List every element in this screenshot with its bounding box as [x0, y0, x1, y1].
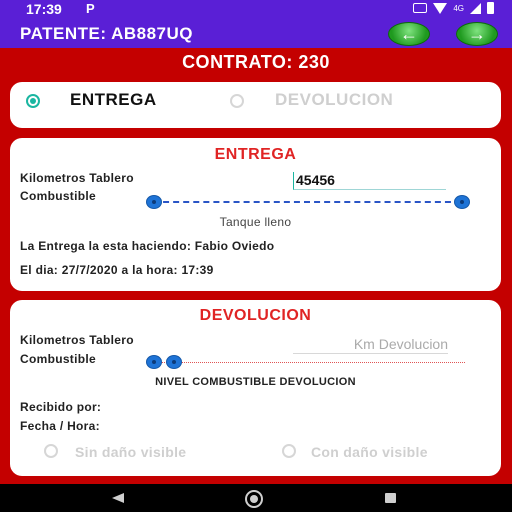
arrow-left-icon: ←: [400, 23, 418, 44]
nav-back-icon[interactable]: [112, 493, 124, 503]
devolucion-fuel-slider[interactable]: [153, 362, 465, 363]
radio-devolucion[interactable]: [230, 94, 244, 108]
radio-entrega[interactable]: [26, 94, 40, 108]
entrega-fuel-caption: Tanque lleno: [219, 215, 292, 229]
entrega-fuel-min-thumb[interactable]: [147, 196, 161, 208]
radio-sin-dano[interactable]: [44, 444, 58, 458]
entrega-fuel-label: Combustible: [20, 189, 96, 203]
devolucion-fuel-caption: NIVEL COMBUSTIBLE DEVOLUCION: [155, 376, 356, 388]
entrega-km-field[interactable]: 45456: [293, 172, 446, 190]
devolucion-card: DEVOLUCION Kilometros Tablero Km Devoluc…: [10, 300, 501, 476]
mode-option-devolucion[interactable]: DEVOLUCION: [275, 90, 393, 110]
back-button[interactable]: ←: [388, 22, 430, 46]
status-bar: 17:39 P 4G: [0, 0, 512, 18]
page-title: PATENTE: AB887UQ: [20, 24, 193, 43]
app-bar: PATENTE: AB887UQ ← →: [0, 18, 512, 48]
devolucion-fuel-thumb[interactable]: [167, 356, 181, 368]
mode-option-entrega[interactable]: ENTREGA: [70, 90, 157, 110]
entrega-title: ENTREGA: [214, 146, 297, 163]
system-nav-bar: [0, 484, 512, 512]
received-by-label: Recibido por:: [20, 400, 102, 414]
entrega-card: ENTREGA Kilometros Tablero 45456 Combust…: [10, 138, 501, 291]
wifi-icon: [433, 2, 448, 14]
devolucion-km-field[interactable]: Km Devolucion: [293, 336, 448, 354]
entrega-fuel-slider[interactable]: [153, 201, 461, 203]
entrega-date-line: El dia: 27/7/2020 a la hora: 17:39: [20, 263, 214, 277]
devolucion-km-placeholder: Km Devolucion: [353, 336, 448, 352]
network-type: 4G: [453, 3, 464, 13]
battery-icon: [487, 2, 494, 14]
nav-recents-icon[interactable]: [385, 493, 396, 503]
damage-option-sin[interactable]: Sin daño visible: [75, 444, 186, 460]
entrega-doing-by: La Entrega la esta haciendo: Fabio Ovied…: [20, 239, 275, 253]
damage-option-con[interactable]: Con daño visible: [311, 444, 428, 460]
devolucion-fuel-min-thumb[interactable]: [147, 356, 161, 368]
arrow-right-icon: →: [468, 23, 486, 44]
entrega-km-label: Kilometros Tablero: [20, 171, 134, 185]
entrega-fuel-thumb[interactable]: [455, 196, 469, 208]
vibrate-icon: [413, 3, 428, 13]
radio-con-dano[interactable]: [282, 444, 296, 458]
nav-home-icon[interactable]: [245, 490, 263, 508]
contract-label: CONTRATO: 230: [182, 52, 330, 72]
forward-button[interactable]: →: [456, 22, 498, 46]
devolucion-fuel-label: Combustible: [20, 352, 96, 366]
mode-selector: ENTREGA DEVOLUCION: [10, 82, 501, 128]
signal-icon: [470, 2, 481, 14]
notification-icon: P: [86, 1, 95, 16]
devolucion-km-label: Kilometros Tablero: [20, 333, 134, 347]
status-icons: 4G: [413, 2, 494, 14]
status-time: 17:39: [26, 1, 62, 17]
entrega-km-value: 45456: [296, 172, 335, 188]
devolucion-title: DEVOLUCION: [199, 307, 312, 324]
datetime-label: Fecha / Hora:: [20, 419, 100, 433]
